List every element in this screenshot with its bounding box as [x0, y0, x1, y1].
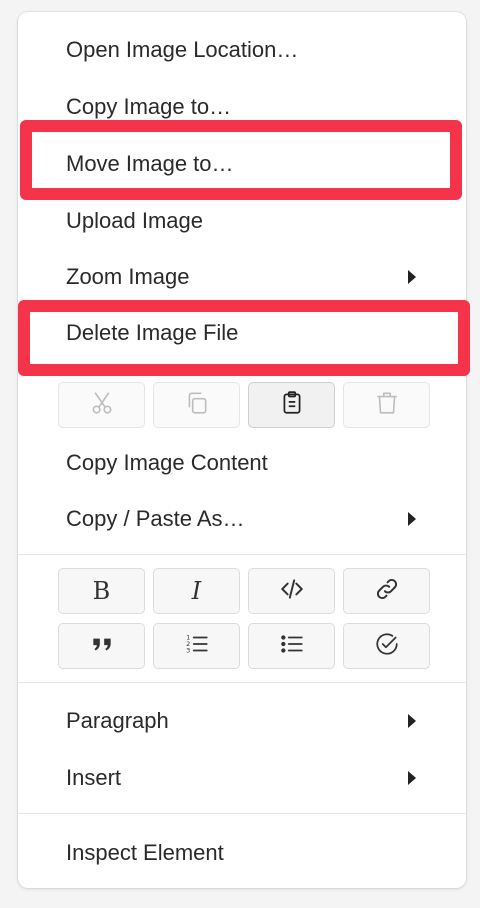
menu-item-inspect-element[interactable]: Inspect Element: [18, 829, 466, 877]
menu-item-label: Paragraph: [66, 708, 169, 733]
submenu-arrow-icon: [408, 714, 416, 728]
edit-toolbar: [58, 382, 430, 428]
menu-item-label: Delete Image File: [66, 320, 239, 345]
code-icon: [279, 576, 305, 607]
menu-item-label: Zoom Image: [66, 264, 190, 289]
bold-button[interactable]: B: [58, 568, 145, 614]
separator: [18, 813, 466, 814]
menu-item-copy-image-to[interactable]: Copy Image to…: [18, 83, 466, 131]
italic-button[interactable]: I: [153, 568, 240, 614]
menu-item-label: Move Image to…: [66, 151, 234, 176]
unordered-list-icon: [279, 631, 305, 662]
task-list-icon: [374, 631, 400, 662]
menu-item-open-image-location[interactable]: Open Image Location…: [18, 26, 466, 74]
code-button[interactable]: [248, 568, 335, 614]
menu-item-move-image-to[interactable]: Move Image to…: [18, 140, 466, 188]
menu-item-insert[interactable]: Insert: [18, 754, 466, 802]
menu-item-label: Open Image Location…: [66, 37, 299, 62]
unordered-list-button[interactable]: [248, 623, 335, 669]
link-icon: [374, 576, 400, 607]
format-toolbar-row-2: 1 2 3: [58, 623, 430, 669]
menu-item-label: Upload Image: [66, 208, 203, 233]
cut-button[interactable]: [58, 382, 145, 428]
bold-icon: B: [92, 577, 111, 605]
context-menu: Open Image Location… Copy Image to… Move…: [18, 12, 470, 888]
delete-button[interactable]: [343, 382, 430, 428]
quote-icon: [89, 631, 115, 662]
ordered-list-icon: 1 2 3: [184, 631, 210, 662]
italic-icon: I: [191, 577, 202, 605]
menu-item-label: Copy / Paste As…: [66, 506, 245, 531]
menu-item-label: Copy Image Content: [66, 450, 268, 475]
copy-button[interactable]: [153, 382, 240, 428]
menu-item-upload-image[interactable]: Upload Image: [18, 197, 466, 245]
menu-item-zoom-image[interactable]: Zoom Image: [18, 253, 466, 301]
link-button[interactable]: [343, 568, 430, 614]
menu-item-paragraph[interactable]: Paragraph: [18, 697, 466, 745]
menu-item-delete-image-file[interactable]: Delete Image File: [18, 309, 466, 357]
separator: [18, 682, 466, 683]
menu-item-copy-paste-as[interactable]: Copy / Paste As…: [18, 495, 466, 543]
clipboard-icon: [279, 390, 305, 421]
copy-icon: [184, 390, 210, 421]
svg-text:3: 3: [186, 646, 190, 654]
menu-item-label: Insert: [66, 765, 122, 790]
paste-button[interactable]: [248, 382, 335, 428]
task-list-button[interactable]: [343, 623, 430, 669]
menu-item-copy-image-content[interactable]: Copy Image Content: [18, 439, 466, 487]
submenu-arrow-icon: [408, 270, 416, 284]
separator: [18, 554, 466, 555]
submenu-arrow-icon: [408, 771, 416, 785]
ordered-list-button[interactable]: 1 2 3: [153, 623, 240, 669]
quote-button[interactable]: [58, 623, 145, 669]
scissors-icon: [89, 390, 115, 421]
menu-item-label: Inspect Element: [66, 840, 224, 865]
menu-item-label: Copy Image to…: [66, 94, 232, 119]
format-toolbar-row-1: B I: [58, 568, 430, 614]
trash-icon: [374, 390, 400, 421]
submenu-arrow-icon: [408, 512, 416, 526]
